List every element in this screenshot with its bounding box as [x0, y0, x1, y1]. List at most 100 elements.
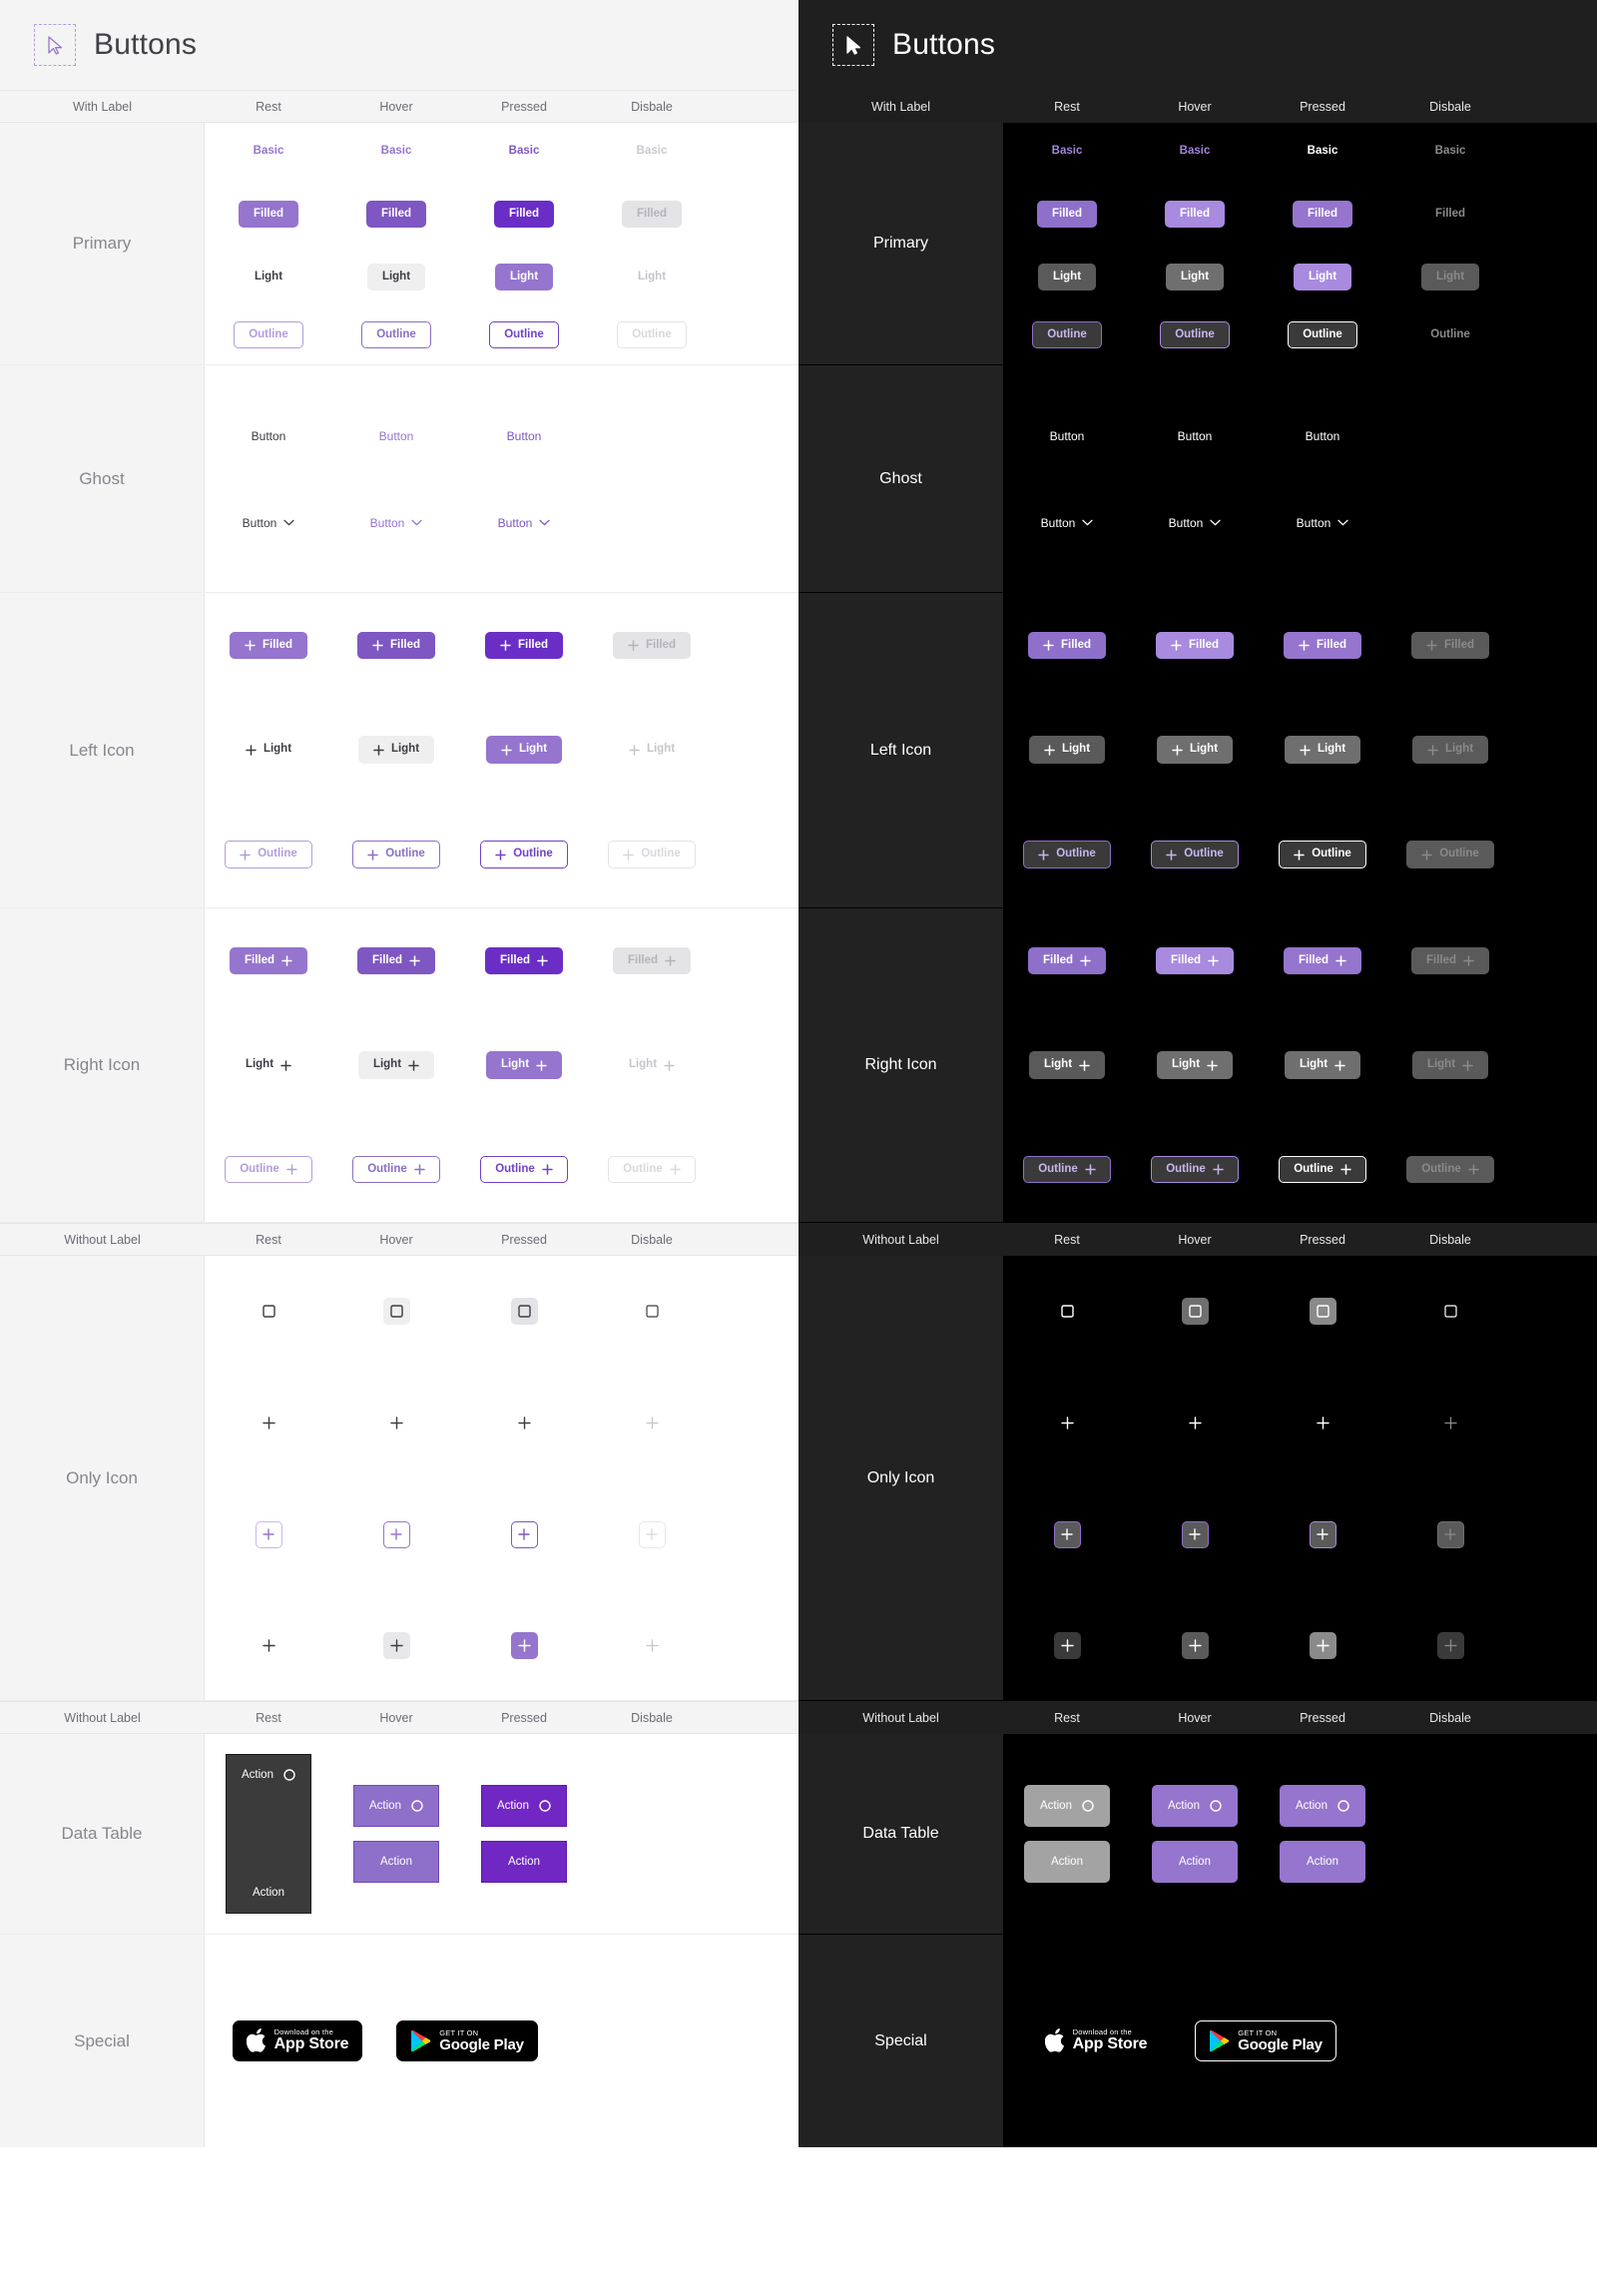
plain-plus-button-pressed[interactable] — [1309, 1631, 1336, 1659]
plus-icon-button-pressed[interactable] — [511, 1410, 538, 1436]
light-button-pressed[interactable]: Light — [1293, 263, 1352, 291]
right-icon-filled-pressed[interactable]: Filled — [484, 946, 564, 975]
left-icon-filled-pressed[interactable]: Filled — [484, 631, 564, 660]
right-icon-outline-rest[interactable]: Outline — [225, 1155, 312, 1184]
ghost-button-rest[interactable]: Button — [245, 422, 293, 450]
right-icon-filled-rest[interactable]: Filled — [229, 946, 308, 975]
plus-icon-button-pressed[interactable] — [1310, 1410, 1336, 1436]
light-button-hover[interactable]: Light — [366, 263, 426, 291]
filled-button-hover[interactable]: Filled — [1164, 200, 1226, 229]
right-icon-light-hover[interactable]: Light — [357, 1051, 435, 1079]
left-icon-filled-pressed[interactable]: Filled — [1283, 631, 1362, 660]
plus-icon-button-hover[interactable] — [383, 1410, 410, 1436]
outline-button-rest[interactable]: Outline — [1032, 320, 1102, 349]
outline-button-pressed[interactable]: Outline — [1288, 320, 1357, 349]
left-icon-outline-pressed[interactable]: Outline — [480, 841, 568, 868]
data-table-action-rest-2[interactable]: Action — [1024, 1841, 1110, 1883]
outline-plus-button-hover[interactable] — [1181, 1520, 1209, 1548]
left-icon-filled-rest[interactable]: Filled — [1027, 631, 1107, 660]
right-icon-light-rest[interactable]: Light — [1028, 1051, 1106, 1079]
plus-icon-button-rest[interactable] — [256, 1410, 282, 1436]
data-table-action-pressed-2[interactable]: Action — [1280, 1841, 1365, 1883]
google-play-badge[interactable]: GET IT ON Google Play — [396, 2020, 538, 2061]
data-table-action-pressed-1[interactable]: Action — [481, 1785, 567, 1827]
plain-plus-button-rest[interactable] — [1053, 1631, 1081, 1659]
light-button-rest[interactable]: Light — [1037, 263, 1097, 291]
basic-button-rest[interactable]: Basic — [1045, 138, 1090, 166]
outline-button-pressed[interactable]: Outline — [489, 320, 559, 349]
square-icon-button-rest[interactable] — [1054, 1298, 1081, 1325]
right-icon-outline-hover[interactable]: Outline — [352, 1155, 440, 1184]
ghost-button-hover[interactable]: Button — [372, 422, 421, 450]
ghost-dropdown-rest[interactable]: Button — [1034, 509, 1101, 537]
left-icon-outline-rest[interactable]: Outline — [225, 841, 312, 868]
right-icon-outline-pressed[interactable]: Outline — [480, 1155, 568, 1184]
right-icon-light-pressed[interactable]: Light — [1284, 1051, 1361, 1079]
ghost-button-pressed[interactable]: Button — [500, 422, 549, 450]
ghost-dropdown-hover[interactable]: Button — [363, 509, 430, 537]
outline-plus-button-rest[interactable] — [1053, 1520, 1081, 1548]
left-icon-light-hover[interactable]: Light — [357, 736, 435, 764]
light-button-pressed[interactable]: Light — [494, 263, 554, 291]
right-icon-outline-pressed[interactable]: Outline — [1279, 1155, 1366, 1184]
ghost-button-rest[interactable]: Button — [1043, 422, 1092, 450]
data-table-action-hover-1[interactable]: Action — [353, 1785, 439, 1827]
light-button-rest[interactable]: Light — [240, 264, 297, 291]
filled-button-rest[interactable]: Filled — [238, 200, 299, 229]
ghost-dropdown-pressed[interactable]: Button — [1290, 509, 1356, 537]
right-icon-filled-hover[interactable]: Filled — [1155, 946, 1235, 975]
right-icon-light-rest[interactable]: Light — [231, 1051, 306, 1079]
plain-plus-button-pressed[interactable] — [510, 1631, 538, 1659]
left-icon-filled-rest[interactable]: Filled — [229, 631, 308, 660]
right-icon-filled-pressed[interactable]: Filled — [1283, 946, 1362, 975]
data-table-action-rest-1[interactable]: Action — [1024, 1785, 1110, 1827]
left-icon-outline-pressed[interactable]: Outline — [1279, 841, 1366, 868]
plain-plus-button-hover[interactable] — [382, 1631, 410, 1659]
left-icon-light-pressed[interactable]: Light — [485, 736, 563, 764]
plus-icon-button-rest[interactable] — [1054, 1410, 1081, 1436]
outline-button-hover[interactable]: Outline — [361, 320, 431, 349]
data-table-action-pressed-2[interactable]: Action — [481, 1841, 567, 1883]
google-play-badge[interactable]: GET IT ON Google Play — [1195, 2020, 1336, 2061]
square-icon-button-pressed[interactable] — [510, 1298, 538, 1326]
ghost-dropdown-pressed[interactable]: Button — [491, 509, 558, 537]
right-icon-outline-rest[interactable]: Outline — [1023, 1155, 1111, 1184]
left-icon-outline-hover[interactable]: Outline — [1151, 841, 1239, 868]
data-table-action-pressed-1[interactable]: Action — [1280, 1785, 1365, 1827]
app-store-badge[interactable]: Download on the App Store — [232, 2020, 363, 2061]
ghost-dropdown-hover[interactable]: Button — [1162, 509, 1229, 537]
ghost-button-hover[interactable]: Button — [1171, 422, 1220, 450]
outline-plus-button-hover[interactable] — [382, 1520, 410, 1548]
basic-button-rest[interactable]: Basic — [247, 138, 291, 166]
basic-button-pressed[interactable]: Basic — [502, 138, 547, 166]
data-table-action-hover-2[interactable]: Action — [353, 1841, 439, 1883]
data-table-action-rest[interactable]: Action Action — [226, 1754, 311, 1914]
left-icon-filled-hover[interactable]: Filled — [356, 631, 436, 660]
basic-button-hover[interactable]: Basic — [374, 138, 419, 166]
left-icon-light-pressed[interactable]: Light — [1284, 736, 1361, 764]
data-table-action-row-1[interactable]: Action — [227, 1769, 310, 1781]
light-button-hover[interactable]: Light — [1165, 263, 1225, 291]
left-icon-outline-hover[interactable]: Outline — [352, 841, 440, 868]
app-store-badge[interactable]: Download on the App Store — [1030, 2020, 1162, 2061]
outline-plus-button-rest[interactable] — [255, 1520, 282, 1548]
left-icon-light-rest[interactable]: Light — [231, 736, 306, 764]
plus-icon-button-hover[interactable] — [1182, 1410, 1209, 1436]
square-icon-button-hover[interactable] — [1181, 1298, 1209, 1326]
plain-plus-button-hover[interactable] — [1181, 1631, 1209, 1659]
right-icon-light-hover[interactable]: Light — [1156, 1051, 1234, 1079]
filled-button-rest[interactable]: Filled — [1036, 200, 1098, 229]
right-icon-outline-hover[interactable]: Outline — [1151, 1155, 1239, 1184]
left-icon-outline-rest[interactable]: Outline — [1023, 841, 1111, 868]
left-icon-light-hover[interactable]: Light — [1156, 736, 1234, 764]
outline-plus-button-pressed[interactable] — [1309, 1520, 1336, 1548]
ghost-dropdown-rest[interactable]: Button — [236, 509, 302, 537]
square-icon-button-rest[interactable] — [256, 1298, 282, 1325]
right-icon-filled-rest[interactable]: Filled — [1027, 946, 1107, 975]
basic-button-hover[interactable]: Basic — [1173, 138, 1218, 166]
right-icon-filled-hover[interactable]: Filled — [356, 946, 436, 975]
square-icon-button-pressed[interactable] — [1309, 1298, 1336, 1326]
filled-button-pressed[interactable]: Filled — [1292, 200, 1353, 229]
left-icon-filled-hover[interactable]: Filled — [1155, 631, 1235, 660]
data-table-action-row-2[interactable]: Action — [227, 1887, 310, 1899]
